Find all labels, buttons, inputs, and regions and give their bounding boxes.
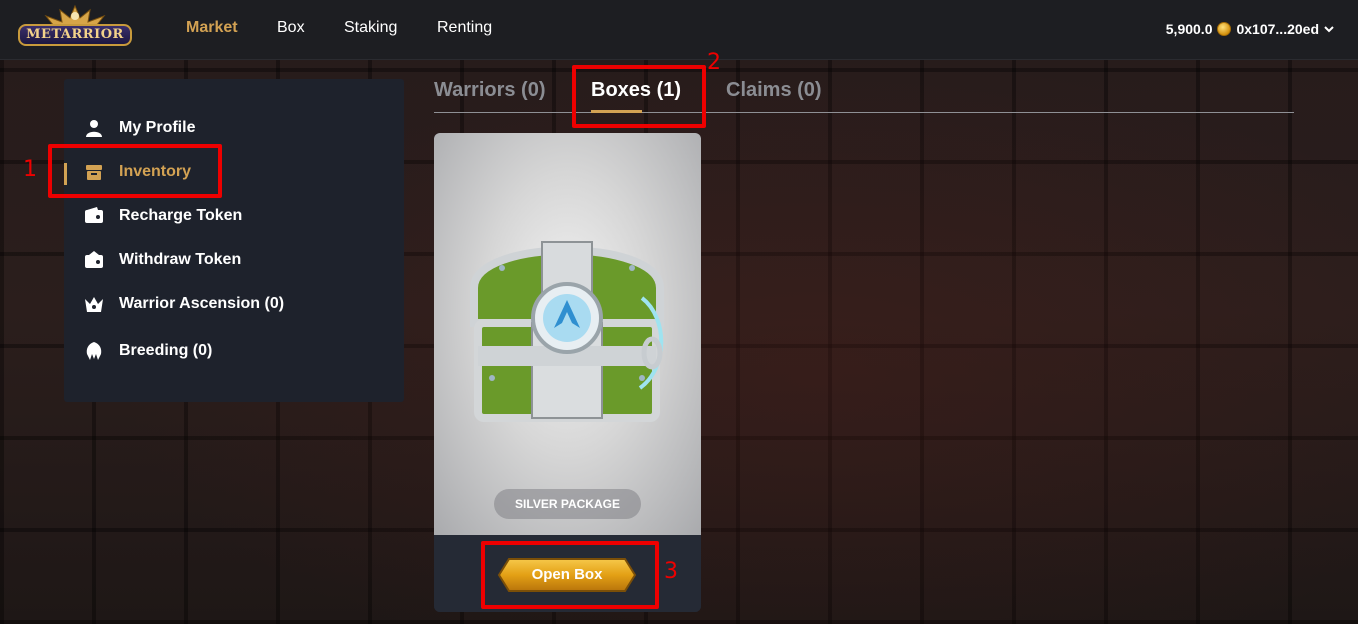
wallet-menu[interactable]: 5,900.0 0x107...20ed <box>1166 21 1334 37</box>
callout-number-3: 3 <box>664 559 678 584</box>
crown-icon <box>84 294 104 314</box>
sidebar-item-label: Breeding (0) <box>119 342 213 359</box>
package-label: SILVER PACKAGE <box>494 489 641 519</box>
logo-text: METARRIOR <box>18 24 132 46</box>
sidebar: My Profile Inventory Recharge Token With… <box>64 79 404 402</box>
silver-chest-image <box>470 241 664 422</box>
token-balance: 5,900.0 <box>1165 21 1213 37</box>
callout-box-1 <box>48 144 222 198</box>
nav-renting[interactable]: Renting <box>437 19 492 37</box>
chevron-down-icon[interactable] <box>1324 24 1334 34</box>
helmet-icon <box>84 341 104 361</box>
sidebar-item-warrior-ascension[interactable]: Warrior Ascension (0) <box>84 291 284 317</box>
sidebar-item-breeding[interactable]: Breeding (0) <box>84 338 212 364</box>
box-artwork: SILVER PACKAGE <box>434 133 701 535</box>
sidebar-item-label: Recharge Token <box>119 207 243 224</box>
nav-staking[interactable]: Staking <box>344 19 397 37</box>
nav-market[interactable]: Market <box>186 19 238 37</box>
callout-box-2 <box>572 65 706 128</box>
sidebar-item-label: My Profile <box>119 119 196 136</box>
user-icon <box>84 118 104 138</box>
sidebar-item-my-profile[interactable]: My Profile <box>84 115 195 141</box>
tab-claims[interactable]: Claims (0) <box>726 79 822 102</box>
sidebar-item-recharge-token[interactable]: Recharge Token <box>84 203 242 229</box>
tab-warriors[interactable]: Warriors (0) <box>434 79 546 102</box>
top-navbar: METARRIOR Market Box Staking Renting 5,9… <box>0 0 1358 60</box>
callout-number-1: 1 <box>23 157 37 182</box>
sidebar-item-label: Withdraw Token <box>119 251 242 268</box>
nav-box[interactable]: Box <box>277 19 305 37</box>
metarrior-logo[interactable]: METARRIOR <box>18 4 132 58</box>
sidebar-item-withdraw-token[interactable]: Withdraw Token <box>84 247 241 273</box>
wallet-out-icon <box>84 250 104 270</box>
tab-divider <box>434 112 1294 113</box>
callout-box-3 <box>481 541 659 609</box>
coin-icon <box>1217 22 1232 36</box>
wallet-in-icon <box>84 206 104 226</box>
sidebar-item-label: Warrior Ascension (0) <box>119 295 285 312</box>
wallet-address: 0x107...20ed <box>1236 21 1319 37</box>
callout-number-2: 2 <box>707 50 721 75</box>
